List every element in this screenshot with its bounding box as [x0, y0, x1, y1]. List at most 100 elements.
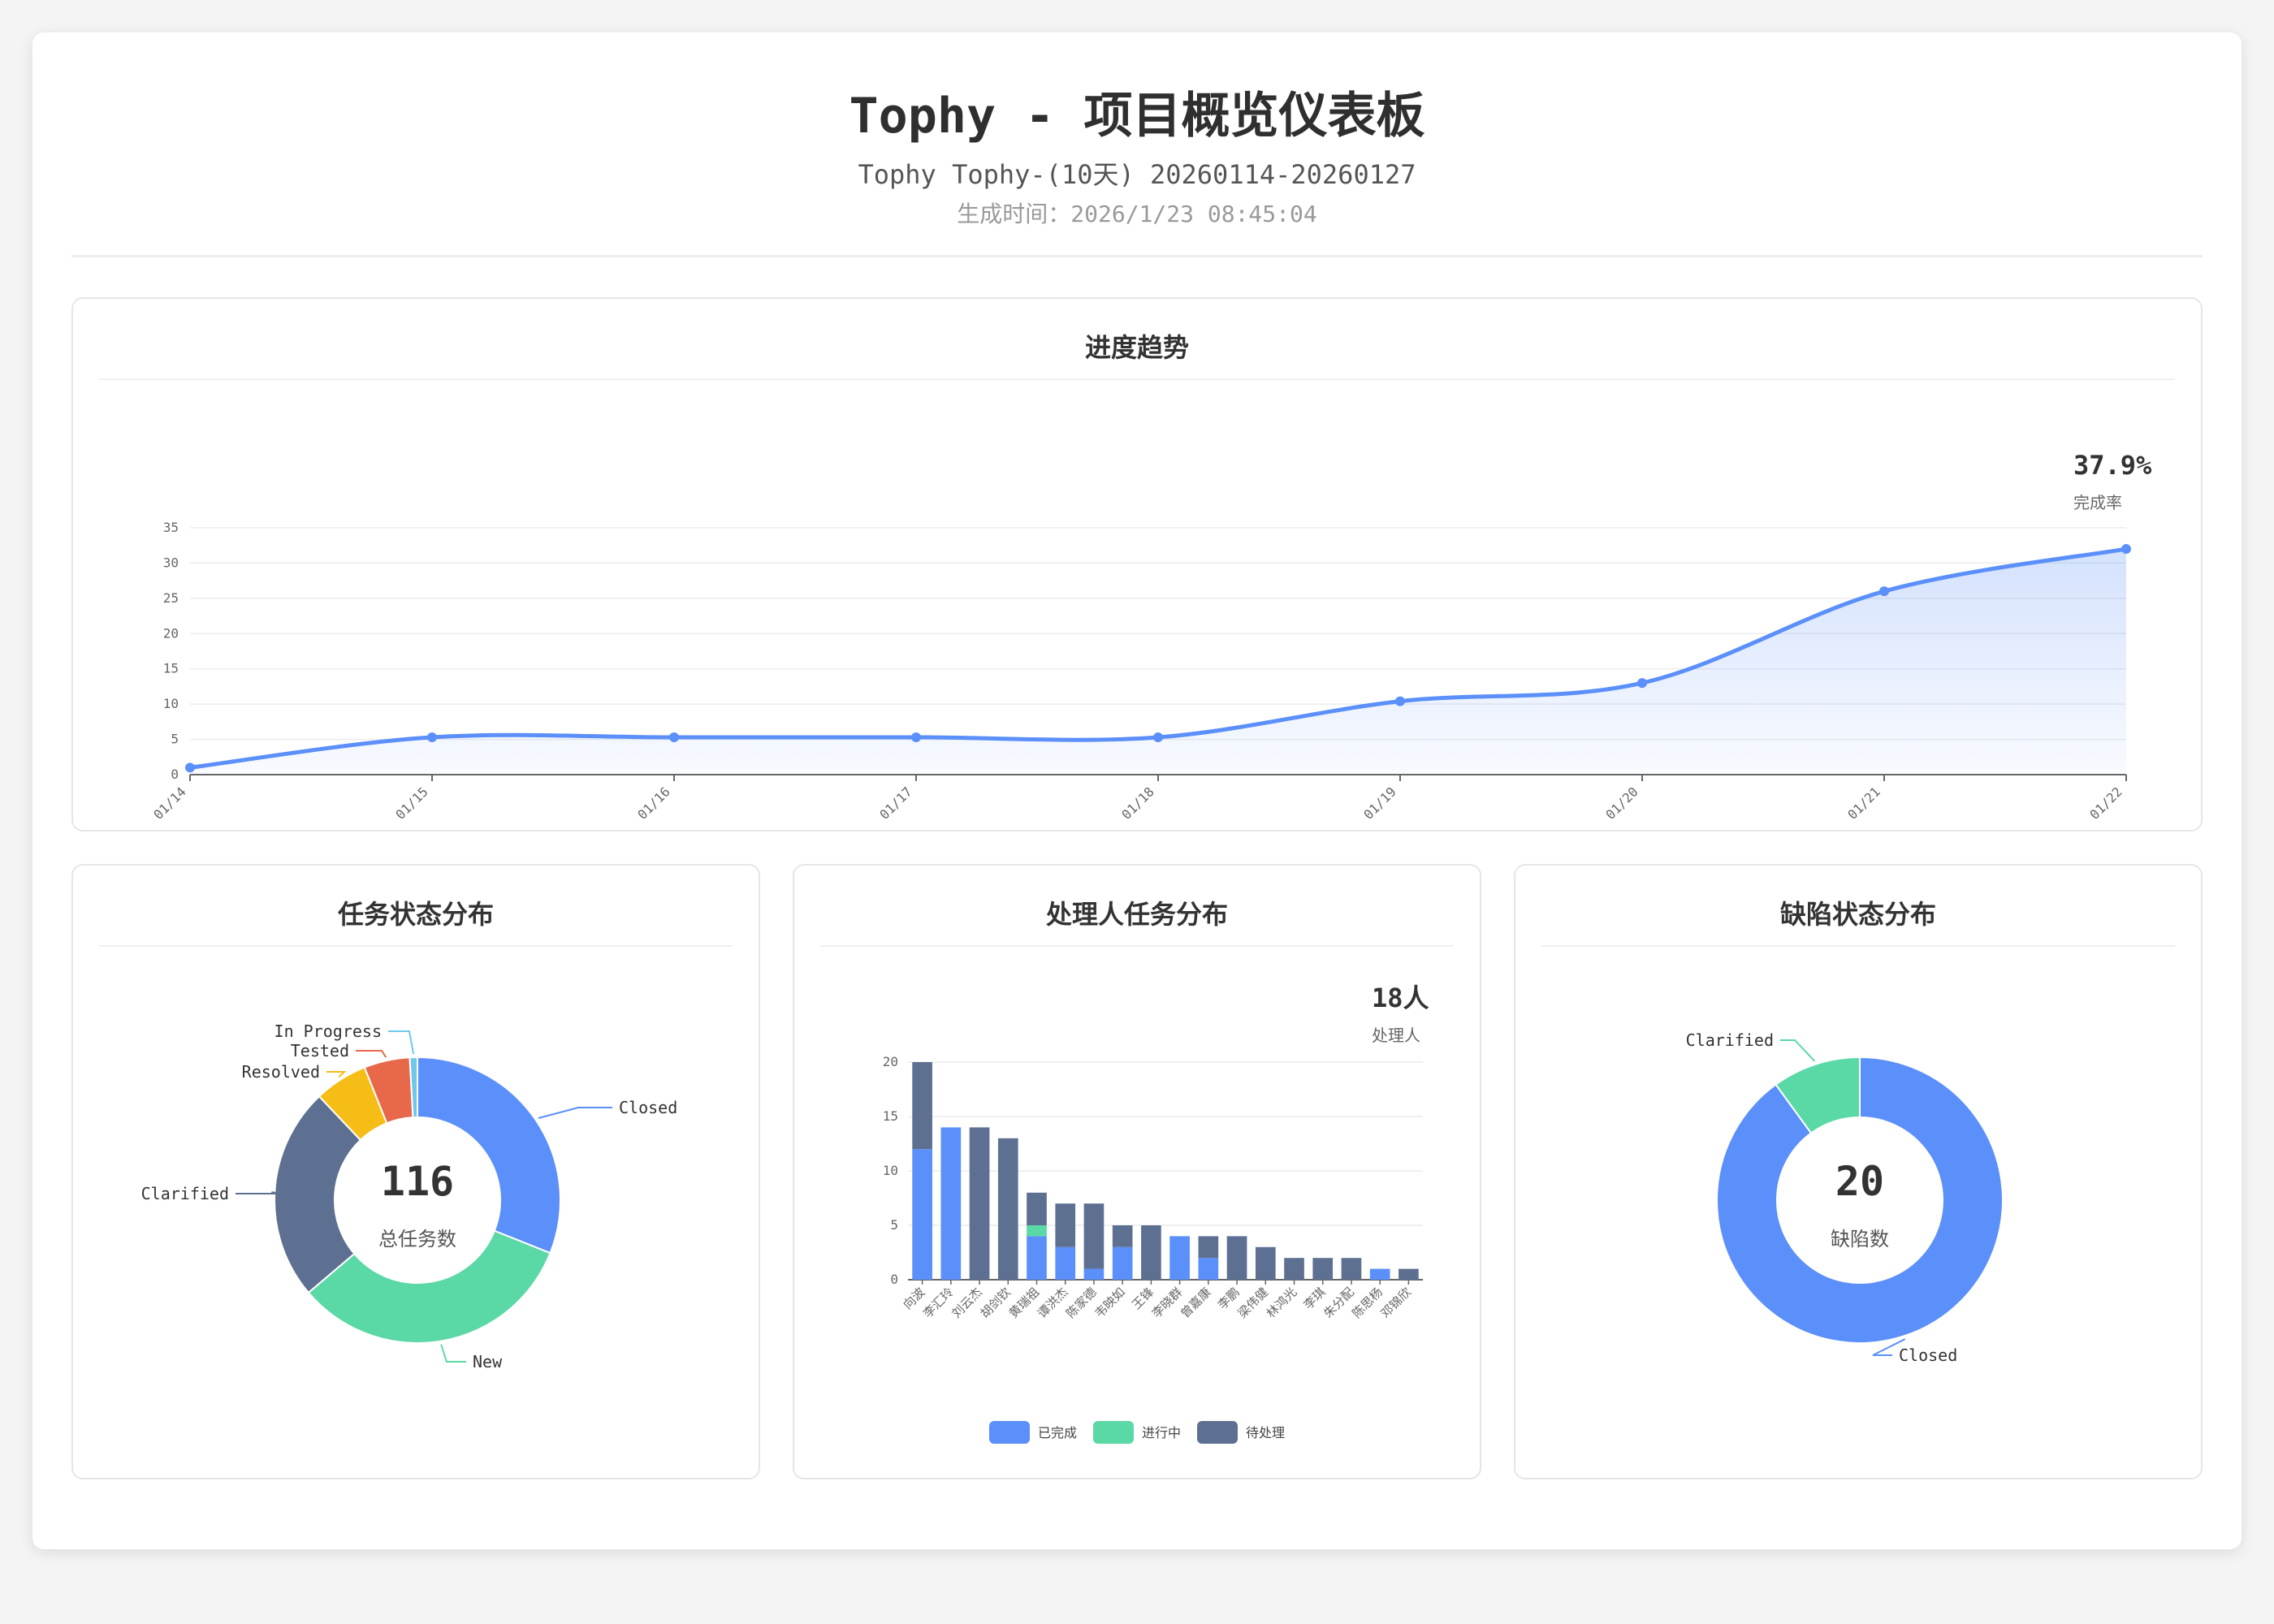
- assignee-legend-label: 进行中: [1142, 1425, 1181, 1440]
- trend-y-tick-label: 30: [163, 555, 179, 570]
- assignee-x-tick-label: 李晓群: [1149, 1285, 1186, 1321]
- trend-chart: 37.9% 完成率 0 5 10 15 20 25 30 35 01/14 01/15 01/16 0…: [150, 450, 2152, 823]
- assignee-bar-segment: [912, 1062, 932, 1150]
- assignee-x-tick-label: 谭洪杰: [1035, 1285, 1071, 1321]
- trend-y-tick-label: 15: [163, 661, 179, 676]
- task-status-slice-label: Clarified: [141, 1184, 229, 1203]
- assignee-bar-segment: [1226, 1236, 1247, 1280]
- assignee-bar-segment: [1055, 1203, 1076, 1247]
- assignee-bar-segment: [1027, 1192, 1047, 1225]
- assignee-bar-segment: [969, 1127, 990, 1280]
- assignee-bar-segment: [1399, 1268, 1419, 1280]
- assignee-x-tick-label: 陈家德: [1063, 1285, 1100, 1321]
- assignee-y-tick-label: 20: [883, 1054, 898, 1069]
- assignee-bar-segment: [1341, 1258, 1362, 1280]
- trend-point: [427, 732, 437, 742]
- trend-point: [1879, 586, 1889, 597]
- task-status-card: 任务状态分布 Closed New Clarified Resolved Tested I…: [71, 864, 760, 1479]
- assignee-bar-segment: [1255, 1246, 1276, 1280]
- trend-y-tick-label: 20: [163, 625, 179, 641]
- defect-status-label-leader: [1780, 1039, 1816, 1062]
- assignee-bar-segment: [1198, 1258, 1219, 1280]
- assignee-x-tick-label: 韦映如: [1092, 1285, 1128, 1321]
- assignee-bar-segment: [940, 1127, 962, 1280]
- assignee-legend-swatch: [1197, 1421, 1238, 1444]
- assignee-bar-segment: [912, 1149, 932, 1280]
- trend-x-tick-label: 01/14: [150, 784, 188, 822]
- assignee-x-tick-label: 林鸿光: [1264, 1285, 1300, 1321]
- assignee-x-tick-label: 梁伟健: [1235, 1285, 1272, 1321]
- page-title: Tophy - 项目概览仪表板: [849, 88, 1425, 145]
- task-status-slice-label: Resolved: [242, 1062, 320, 1082]
- trend-x-tick-label: 01/21: [1844, 784, 1883, 822]
- trend-point: [2121, 544, 2131, 555]
- trend-point: [911, 732, 921, 742]
- trend-y-tick-label: 0: [171, 767, 179, 782]
- trend-x-tick-label: 01/20: [1602, 784, 1641, 822]
- assignee-count-value: 18人: [1372, 983, 1429, 1013]
- task-status-label-leader: [236, 1191, 283, 1194]
- assignee-bar-segment: [1198, 1236, 1219, 1259]
- assignee-legend-label: 待处理: [1246, 1425, 1285, 1440]
- task-status-slice-label: Closed: [619, 1098, 677, 1117]
- trend-x-tick-label: 01/18: [1118, 784, 1156, 822]
- assignee-x-tick-label: 李汇玲: [920, 1285, 957, 1321]
- assignee-bar-segment: [1055, 1246, 1076, 1280]
- trend-point: [1637, 678, 1647, 689]
- trend-y-tick-label: 5: [171, 732, 179, 747]
- trend-x-tick-label: 01/15: [392, 784, 430, 822]
- dashboard-header: Tophy - 项目概览仪表板 Tophy Tophy-(10天) 202601…: [71, 32, 2203, 257]
- generated-time-value: 2026/1/23 08:45:04: [1070, 201, 1317, 227]
- assignee-x-tick-label: 黄瑞祖: [1006, 1285, 1043, 1321]
- total-tasks-value: 116: [381, 1158, 454, 1205]
- assignee-y-tick-label: 10: [883, 1163, 898, 1178]
- task-status-label-leader: [388, 1030, 415, 1055]
- task-status-label-leader: [440, 1344, 466, 1363]
- assignee-bar-segment: [1112, 1246, 1133, 1280]
- defect-count-label: 缺陷数: [1831, 1228, 1889, 1250]
- assignee-chart: 18人 处理人 05101520向波李汇玲刘云杰胡剑钦黄瑞祖谭洪杰陈家德韦映如王…: [883, 983, 1429, 1444]
- assignee-legend-swatch: [989, 1421, 1030, 1444]
- assignee-x-tick-label: 朱分配: [1321, 1285, 1357, 1321]
- assignee-x-tick-label: 胡剑钦: [978, 1285, 1014, 1321]
- trend-x-tick-label: 01/16: [634, 784, 672, 822]
- assignee-bar-segment: [1083, 1268, 1105, 1280]
- assignee-bar-segment: [997, 1138, 1018, 1280]
- assignee-card: 处理人任务分布 18人 处理人 0 5 10 15 20 向波 李汇玲 刘云杰 胡剑钦 黄瑞祖 谭洪…: [793, 864, 1481, 1479]
- generated-time-label: 生成时间：: [957, 201, 1071, 227]
- trend-y-tick-label: 35: [163, 520, 179, 535]
- completion-rate-value: 37.9%: [2073, 450, 2152, 481]
- task-status-slice-label: Tested: [291, 1041, 349, 1060]
- assignee-x-tick-label: 陈思杨: [1349, 1285, 1386, 1321]
- trend-x-tick-label: 01/22: [2086, 784, 2125, 822]
- assignee-y-tick-label: 15: [883, 1108, 898, 1124]
- assignee-bar-segment: [1141, 1225, 1161, 1280]
- trend-point: [1395, 696, 1405, 706]
- assignee-count-label: 处理人: [1372, 1026, 1420, 1045]
- task-status-label-leader: [326, 1071, 347, 1078]
- defect-status-slice-label: Clarified: [1686, 1030, 1774, 1050]
- trend-point: [1153, 732, 1163, 742]
- trend-x-tick-label: 01/19: [1360, 784, 1399, 822]
- task-status-slice-label: New: [473, 1352, 503, 1371]
- assignee-bar-segment: [1083, 1203, 1105, 1269]
- assignee-bar-segment: [1027, 1236, 1047, 1280]
- assignee-legend-swatch: [1093, 1421, 1134, 1444]
- defect-status-slice-label: Closed: [1899, 1345, 1957, 1365]
- trend-card: 进度趋势 37.9% 完成率 0 5 10 15 20 25 30 35 01/14 01/15 0…: [71, 297, 2203, 831]
- assignee-bar-segment: [1369, 1268, 1390, 1280]
- dashboard-page: Tophy - 项目概览仪表板 Tophy Tophy-(10天) 202601…: [32, 32, 2242, 1549]
- assignee-legend-label: 已完成: [1038, 1425, 1077, 1440]
- project-subtitle: Tophy Tophy-(10天) 20260114-20260127: [858, 159, 1416, 190]
- generated-time: 生成时间：2026/1/23 08:45:04: [71, 197, 2203, 229]
- trend-y-tick-label: 10: [163, 696, 179, 711]
- defect-card: 缺陷状态分布 Closed Clarified 20 缺陷数: [1514, 864, 2203, 1479]
- trend-point: [185, 762, 195, 773]
- assignee-x-tick-label: 曾嘉康: [1178, 1285, 1214, 1321]
- task-status-slice-label: In Progress: [275, 1021, 382, 1041]
- trend-x-tick-label: 01/17: [876, 784, 914, 822]
- defect-chart: Closed Clarified 20 缺陷数: [1686, 1030, 2004, 1365]
- defect-count-value: 20: [1835, 1158, 1884, 1205]
- assignee-x-tick-label: 邓锦欣: [1378, 1285, 1415, 1321]
- assignee-bar-segment: [1027, 1225, 1047, 1237]
